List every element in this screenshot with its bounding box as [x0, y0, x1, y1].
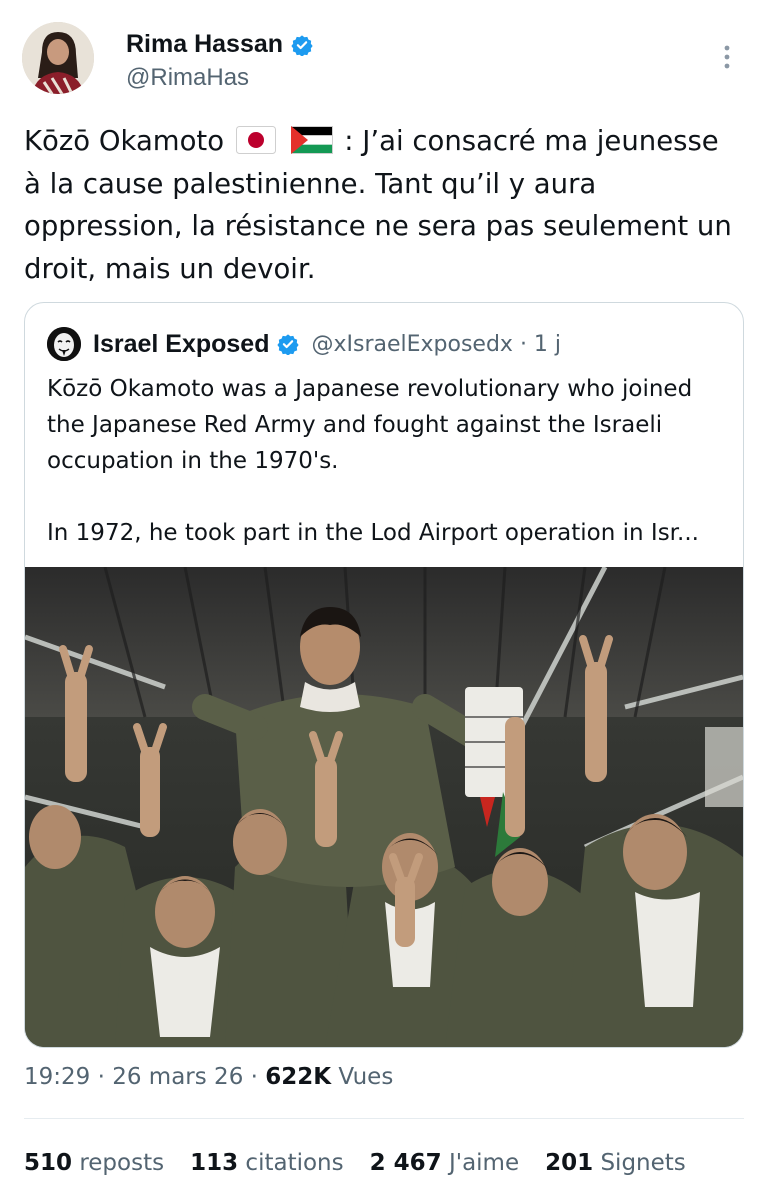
tweet-meta: 19:29 · 26 mars 26 · 622K Vues	[24, 1064, 393, 1090]
stat-count: 2 467	[369, 1150, 442, 1176]
quoted-text-paragraph-1: Kōzō Okamoto was a Japanese revolutionar…	[47, 376, 693, 474]
quoted-tweet-header[interactable]: Israel Exposed @xIsraelExposedx · 1 j	[47, 327, 561, 361]
stat-reposts[interactable]: 510 reposts	[24, 1150, 164, 1176]
quoted-text-paragraph-2: In 1972, he took part in the Lod Airport…	[47, 520, 699, 546]
tweet-text: Kōzō Okamoto : J’ai consacré ma jeunesse…	[24, 120, 744, 290]
stat-likes[interactable]: 2 467 J'aime	[370, 1150, 520, 1176]
stat-label: J'aime	[448, 1150, 520, 1176]
stat-label: reposts	[79, 1150, 165, 1176]
quoted-author-name[interactable]: Israel Exposed	[93, 330, 269, 359]
quoted-tweet-text: Kōzō Okamoto was a Japanese revolutionar…	[47, 371, 727, 551]
views-label: Vues	[338, 1064, 394, 1090]
tweet-date[interactable]: 26 mars 26	[112, 1064, 243, 1090]
author-name[interactable]: Rima Hassan	[126, 30, 283, 59]
stat-count: 201	[545, 1150, 594, 1176]
meta-separator-1: ·	[97, 1064, 113, 1090]
japan-flag-icon	[235, 126, 276, 154]
engagement-stats: 510 reposts 113 citations 2 467 J'aime 2…	[24, 1150, 686, 1176]
tweet-time[interactable]: 19:29	[24, 1064, 90, 1090]
author-name-row[interactable]: Rima Hassan	[126, 30, 313, 59]
tweet-text-start: Kōzō Okamoto	[24, 125, 225, 157]
divider	[24, 1118, 744, 1119]
stat-count: 510	[24, 1150, 73, 1176]
stat-label: Signets	[600, 1150, 686, 1176]
meta-separator-2: ·	[250, 1064, 266, 1090]
quoted-verified-badge-icon	[277, 334, 300, 355]
author-handle[interactable]: @RimaHas	[126, 64, 249, 92]
stat-count: 113	[190, 1150, 239, 1176]
verified-badge-icon	[291, 34, 313, 56]
stat-bookmarks[interactable]: 201 Signets	[545, 1150, 686, 1176]
more-options-icon[interactable]	[720, 44, 734, 70]
quoted-tweet-card[interactable]: Israel Exposed @xIsraelExposedx · 1 j Kō…	[24, 302, 744, 1048]
stat-label: citations	[245, 1150, 344, 1176]
palestine-flag-icon	[290, 126, 333, 154]
author-avatar[interactable]	[22, 22, 94, 94]
quoted-author-handle-time[interactable]: @xIsraelExposedx · 1 j	[311, 332, 561, 357]
quoted-author-avatar[interactable]	[47, 327, 81, 361]
stat-quotes[interactable]: 113 citations	[190, 1150, 344, 1176]
quoted-tweet-photo[interactable]	[25, 567, 743, 1047]
views-count: 622K	[265, 1064, 332, 1090]
